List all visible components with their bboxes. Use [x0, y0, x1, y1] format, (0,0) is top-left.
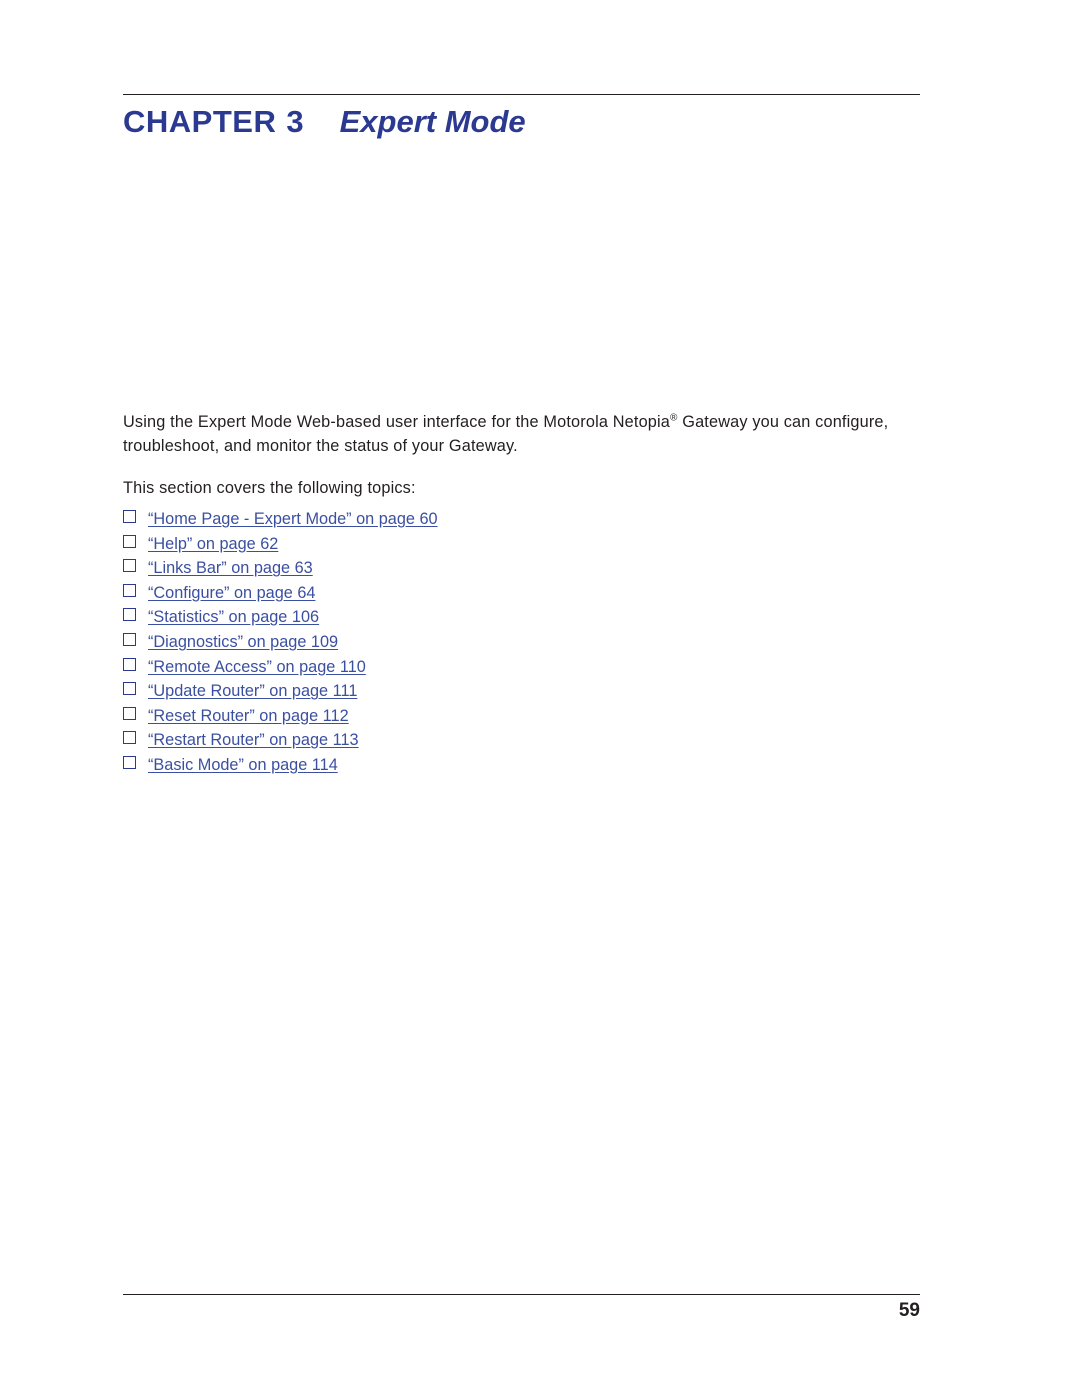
list-item[interactable]: “Restart Router” on page 113 [123, 728, 923, 753]
intro-paragraph-part1: Using the Expert Mode Web-based user int… [123, 413, 671, 431]
square-bullet-icon [123, 706, 136, 720]
list-item[interactable]: “Diagnostics” on page 109 [123, 630, 923, 655]
list-item[interactable]: “Update Router” on page 111 [123, 679, 923, 704]
list-item[interactable]: “Home Page - Expert Mode” on page 60 [123, 507, 923, 532]
topic-link[interactable]: “Basic Mode” on page 114 [148, 756, 338, 774]
footer-divider-rule [123, 1294, 920, 1295]
chapter-label: CHAPTER [123, 104, 277, 139]
topic-link[interactable]: “Reset Router” on page 112 [148, 707, 349, 725]
list-item[interactable]: “Configure” on page 64 [123, 581, 923, 606]
topic-link[interactable]: “Links Bar” on page 63 [148, 559, 313, 577]
square-bullet-icon [123, 632, 136, 646]
list-item[interactable]: “Help” on page 62 [123, 532, 923, 557]
square-bullet-icon [123, 583, 136, 597]
page-title: Expert Mode [339, 104, 526, 139]
header-divider-rule [123, 94, 920, 95]
topic-link[interactable]: “Statistics” on page 106 [148, 608, 319, 626]
square-bullet-icon [123, 755, 136, 769]
list-item[interactable]: “Basic Mode” on page 114 [123, 753, 923, 778]
square-bullet-icon [123, 510, 136, 523]
list-item[interactable]: “Reset Router” on page 112 [123, 704, 923, 729]
square-bullet-icon [123, 682, 136, 696]
topic-link[interactable]: “Configure” on page 64 [148, 584, 315, 602]
list-item[interactable]: “Links Bar” on page 63 [123, 556, 923, 581]
chapter-number: 3 [286, 104, 304, 139]
topic-link[interactable]: “Home Page - Expert Mode” on page 60 [148, 510, 438, 528]
topic-link[interactable]: “Help” on page 62 [148, 535, 278, 553]
topics-list: “Home Page - Expert Mode” on page 60 “He… [123, 507, 923, 778]
topics-lead-in: This section covers the following topics… [123, 479, 416, 497]
intro-paragraph: Using the Expert Mode Web-based user int… [123, 410, 923, 458]
list-item[interactable]: “Statistics” on page 106 [123, 605, 923, 630]
topic-link[interactable]: “Remote Access” on page 110 [148, 658, 366, 676]
registered-trademark-icon: ® [670, 412, 678, 424]
page-number: 59 [898, 1300, 920, 1321]
intro-text-block: Using the Expert Mode Web-based user int… [123, 410, 923, 500]
topic-link[interactable]: “Update Router” on page 111 [148, 682, 357, 700]
chapter-heading: CHAPTER 3 Expert Mode [123, 104, 923, 140]
square-bullet-icon [123, 559, 136, 573]
list-item[interactable]: “Remote Access” on page 110 [123, 655, 923, 680]
document-page: CHAPTER 3 Expert Mode Using the Expert Mod… [0, 0, 1080, 1397]
topic-link[interactable]: “Diagnostics” on page 109 [148, 633, 338, 651]
square-bullet-icon [123, 608, 136, 622]
square-bullet-icon [123, 731, 136, 745]
square-bullet-icon [123, 534, 136, 548]
topic-link[interactable]: “Restart Router” on page 113 [148, 731, 359, 749]
square-bullet-icon [123, 657, 136, 671]
